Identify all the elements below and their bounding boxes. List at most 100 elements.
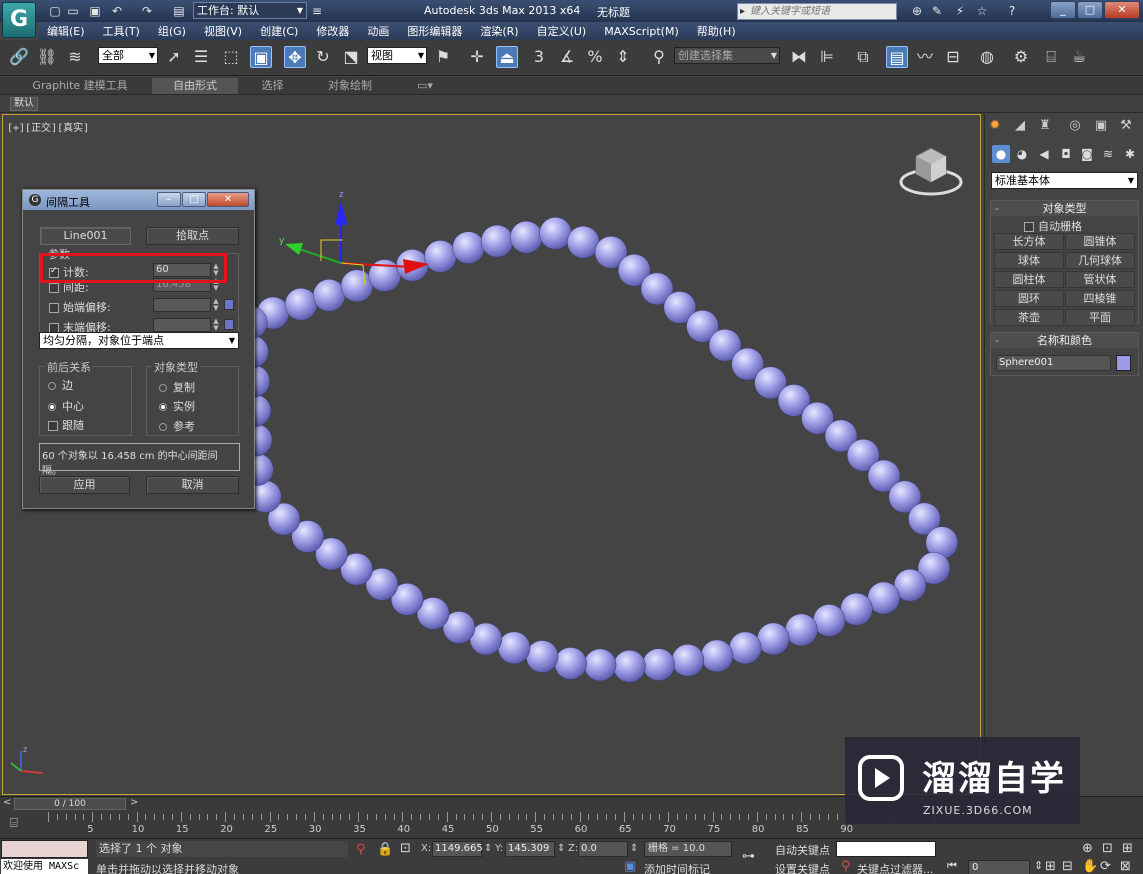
display-tab-icon[interactable]: ▣ xyxy=(1091,116,1111,136)
pick-points-button[interactable]: 拾取点 xyxy=(146,227,239,245)
viewport-label[interactable]: [+][正交][真实] xyxy=(7,119,89,134)
undo-icon[interactable]: ↶ xyxy=(110,4,124,18)
modify-tab-icon[interactable]: ◢ xyxy=(1010,116,1030,136)
zoom-extents-icon[interactable]: ⊞ xyxy=(1045,859,1056,874)
favorites-star-icon[interactable]: ☆ xyxy=(975,4,989,18)
field-of-view-icon[interactable]: ⊟ xyxy=(1062,859,1073,874)
sphere-instance[interactable] xyxy=(312,279,346,312)
align-icon[interactable]: ⊫ xyxy=(816,46,838,68)
type-instance-radio[interactable]: 实例 xyxy=(159,398,195,414)
distribution-dropdown[interactable]: 均匀分隔，对象位于端点 ▼ xyxy=(39,332,239,349)
add-time-tag[interactable]: 添加时间标记 xyxy=(644,861,710,874)
rollout-header[interactable]: - 名称和颜色 xyxy=(991,333,1138,348)
menu-animation[interactable]: 动画 xyxy=(358,23,398,39)
ribbon-options-icon[interactable]: ▭▾ xyxy=(410,78,440,94)
sphere-instance[interactable] xyxy=(642,648,675,681)
zoom-all-icon[interactable]: ⊡ xyxy=(1102,841,1113,856)
sphere-instance[interactable] xyxy=(539,217,572,250)
menu-customize[interactable]: 自定义(U) xyxy=(528,23,596,39)
edit-named-selection-icon[interactable]: ⚲ xyxy=(648,46,670,68)
context-centers-radio[interactable]: 中心 xyxy=(48,398,84,414)
mini-curve-editor-icon[interactable]: ⌸ xyxy=(10,816,18,831)
autogrid-checkbox[interactable]: 自动栅格 xyxy=(1024,218,1082,234)
sphere-instance[interactable] xyxy=(554,647,587,680)
sphere-instance[interactable] xyxy=(567,225,600,259)
x-coordinate-input[interactable]: 1149.665 xyxy=(432,841,483,857)
sphere-instance[interactable] xyxy=(671,644,705,677)
select-object-icon[interactable]: ➚ xyxy=(163,46,185,68)
sphere-instance[interactable] xyxy=(480,224,514,258)
next-frame-icon[interactable]: > xyxy=(130,797,138,808)
sphere-instance[interactable] xyxy=(785,613,818,647)
tab-object-paint[interactable]: 对象绘制 xyxy=(315,78,385,94)
dialog-minimize-button[interactable]: – xyxy=(157,192,181,207)
plane-button[interactable]: 平面 xyxy=(1065,309,1135,326)
sphere-instance[interactable] xyxy=(525,640,559,673)
start-offset-checkbox[interactable]: 始端偏移: xyxy=(49,299,111,314)
set-key-button[interactable]: 设置关键点 xyxy=(775,861,830,874)
application-logo-button[interactable]: G xyxy=(2,2,36,38)
key-selection-dropdown[interactable] xyxy=(836,841,936,857)
select-by-name-icon[interactable]: ☰ xyxy=(190,46,212,68)
select-and-move-icon[interactable]: ✥ xyxy=(284,46,306,68)
key-filters-button[interactable]: 关键点过滤器... xyxy=(857,861,934,874)
sphere-button[interactable]: 球体 xyxy=(994,252,1064,269)
prev-frame-icon[interactable]: < xyxy=(3,797,11,808)
menu-help[interactable]: 帮助(H) xyxy=(688,23,745,39)
type-reference-radio[interactable]: 参考 xyxy=(159,418,195,434)
curve-editor-icon[interactable]: 〰 xyxy=(914,46,936,68)
select-and-scale-icon[interactable]: ⬔ xyxy=(340,46,362,68)
hierarchy-tab-icon[interactable]: ♜ xyxy=(1035,116,1055,136)
tab-freeform[interactable]: 自由形式 xyxy=(152,78,238,94)
object-name-input[interactable]: Sphere001 xyxy=(996,355,1111,371)
time-config-icon[interactable]: ⏮ xyxy=(947,859,957,873)
apply-button[interactable]: 应用 xyxy=(39,476,130,494)
menu-views[interactable]: 视图(V) xyxy=(195,23,251,39)
selection-lock-icon[interactable]: 🔒 xyxy=(377,842,393,857)
unlink-icon[interactable]: ⛓ xyxy=(36,46,58,68)
percent-snap-icon[interactable]: % xyxy=(584,46,606,68)
lights-icon[interactable]: ◀ xyxy=(1035,145,1053,163)
cameras-icon[interactable]: ◘ xyxy=(1057,145,1075,163)
geosphere-button[interactable]: 几何球体 xyxy=(1065,252,1135,269)
dialog-maximize-button[interactable]: □ xyxy=(182,192,206,207)
link-icon[interactable]: 🔗 xyxy=(8,46,30,68)
start-offset-input[interactable] xyxy=(153,298,211,312)
snaps-toggle-icon[interactable]: 3 xyxy=(528,46,550,68)
binoculars-icon[interactable]: ⊕ xyxy=(910,4,924,18)
sphere-instance[interactable] xyxy=(700,639,734,673)
mirror-icon[interactable]: ⧓ xyxy=(788,46,810,68)
z-spinner-icon[interactable]: ⇕ xyxy=(630,843,638,854)
cylinder-button[interactable]: 圆柱体 xyxy=(994,271,1064,288)
viewcube-icon[interactable] xyxy=(898,142,964,198)
sphere-instance[interactable] xyxy=(424,240,457,273)
tab-selection[interactable]: 选择 xyxy=(245,78,300,94)
reference-coordinate-dropdown[interactable]: 视图 ▼ xyxy=(367,47,427,64)
menu-maxscript[interactable]: MAXScript(M) xyxy=(595,25,688,38)
geometry-icon[interactable]: ● xyxy=(992,145,1010,163)
search-input[interactable]: 键入关键字或短语 xyxy=(737,3,897,20)
dialog-title-bar[interactable]: G 间隔工具 – □ ✕ xyxy=(23,190,254,210)
sphere-instance[interactable] xyxy=(729,631,762,665)
menu-tools[interactable]: 工具(T) xyxy=(94,23,149,39)
zoom-extents-all-icon[interactable]: ⊞ xyxy=(1122,841,1133,856)
end-offset-input[interactable] xyxy=(153,318,211,332)
render-teapot-icon[interactable]: ☕ xyxy=(1068,46,1090,68)
menu-modifiers[interactable]: 修改器 xyxy=(307,23,358,39)
dialog-close-button[interactable]: ✕ xyxy=(207,192,249,207)
cancel-button[interactable]: 取消 xyxy=(146,476,239,494)
pivot-center-icon[interactable]: ⚑ xyxy=(432,46,454,68)
time-tag-icon[interactable]: ▣ xyxy=(624,859,636,874)
space-warps-icon[interactable]: ≋ xyxy=(1099,145,1117,163)
sphere-instance[interactable] xyxy=(812,604,846,637)
new-file-icon[interactable]: ▢ xyxy=(48,4,62,18)
named-selection-dropdown[interactable]: 创建选择集 ▼ xyxy=(674,47,780,64)
tube-button[interactable]: 管状体 xyxy=(1065,271,1135,288)
object-category-dropdown[interactable]: 标准基本体 ▼ xyxy=(991,172,1138,189)
current-frame-input[interactable]: 0 xyxy=(968,860,1030,874)
pan-view-icon[interactable]: ✋ xyxy=(1082,859,1098,874)
key-filter-icon[interactable]: ⚲ xyxy=(841,859,851,874)
maxscript-listener-mini[interactable] xyxy=(1,840,88,858)
bead-instances[interactable] xyxy=(235,217,959,683)
shapes-icon[interactable]: ◕ xyxy=(1013,145,1031,163)
